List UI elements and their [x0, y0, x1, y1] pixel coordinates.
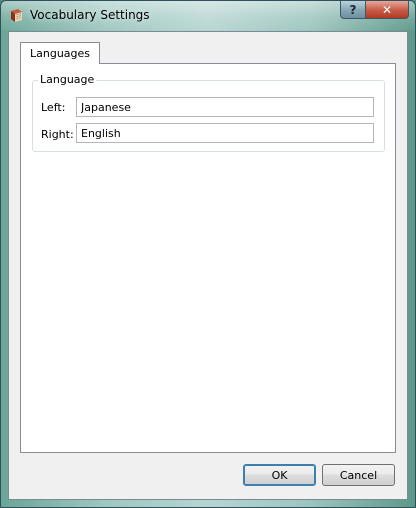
left-language-label: Left:	[41, 101, 66, 114]
cancel-button[interactable]: Cancel	[322, 464, 395, 486]
language-groupbox: Language Left: Right:	[32, 73, 385, 152]
right-language-label: Right:	[41, 128, 74, 141]
tab-languages[interactable]: Languages	[20, 42, 101, 64]
ok-button[interactable]: OK	[243, 464, 316, 486]
tab-languages-label: Languages	[30, 47, 91, 60]
caption-buttons: ? ✕	[340, 1, 409, 20]
languages-tab-panel: Language Left: Right:	[20, 63, 396, 453]
help-icon: ?	[349, 2, 357, 17]
title-bar[interactable]: Vocabulary Settings ? ✕	[1, 1, 415, 30]
dialog-window: Vocabulary Settings ? ✕ Languages Langua…	[0, 0, 416, 508]
close-icon: ✕	[381, 2, 393, 17]
left-language-input[interactable]	[76, 97, 374, 117]
book-icon	[11, 9, 22, 22]
language-group-title: Language	[38, 73, 97, 86]
close-button[interactable]: ✕	[366, 1, 409, 19]
help-button[interactable]: ?	[340, 1, 366, 19]
window-title: Vocabulary Settings	[30, 8, 150, 22]
dialog-client-area: Languages Language Left: Right: OK Cance…	[8, 31, 408, 500]
right-language-input[interactable]	[76, 123, 374, 143]
